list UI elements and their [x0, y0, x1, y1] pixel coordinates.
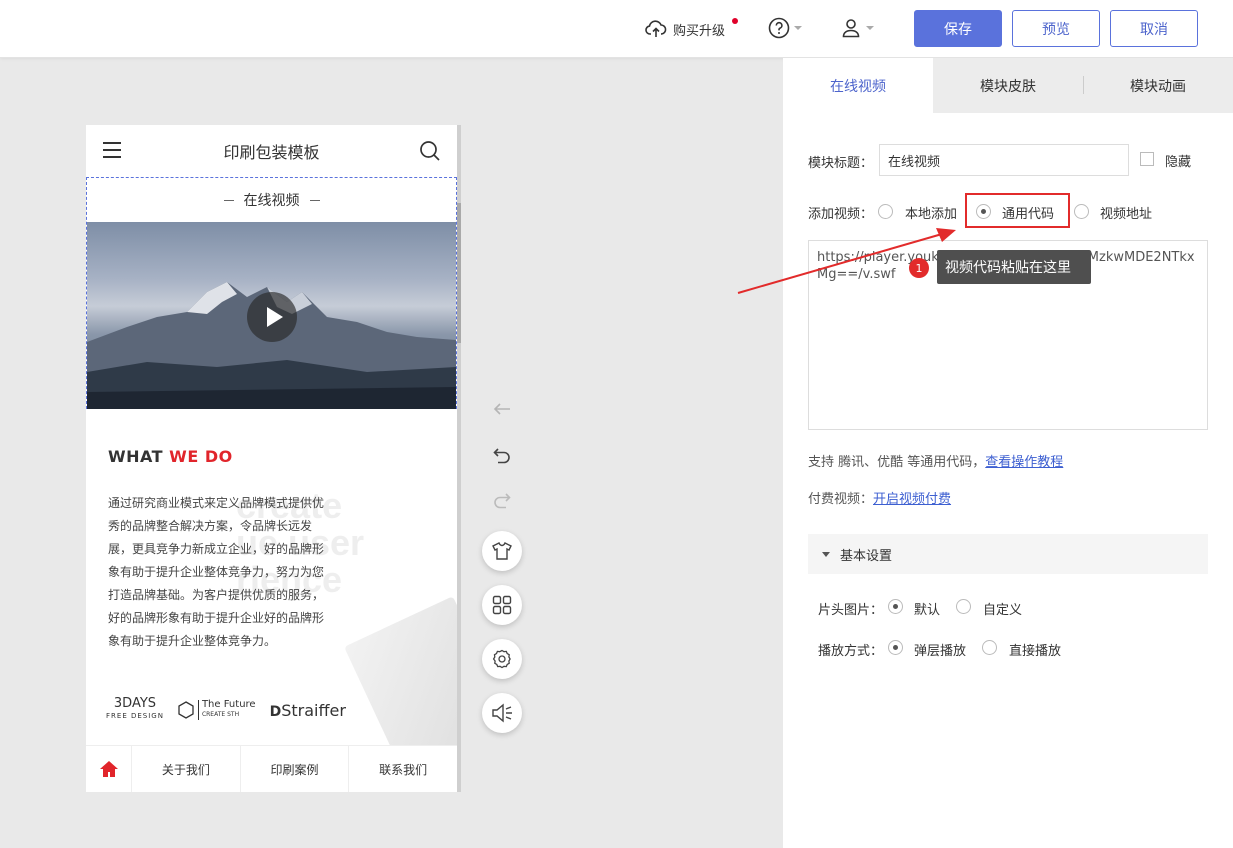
- logo-3days-sub: FREE DESIGN: [106, 712, 164, 720]
- dj-mark-icon: D: [269, 703, 282, 720]
- nav-home[interactable]: [86, 746, 131, 792]
- enable-paid-link[interactable]: 开启视频付费: [873, 492, 951, 507]
- phone-header: 印刷包装模板: [86, 125, 457, 177]
- video-module-title: 在线视频: [243, 193, 300, 209]
- hide-checkbox[interactable]: [1140, 152, 1154, 166]
- tshirt-icon: [492, 542, 512, 560]
- undo-icon[interactable]: [493, 446, 511, 464]
- cloud-upload-icon: [645, 20, 667, 37]
- radio-local-add[interactable]: [878, 204, 893, 219]
- radio-play-direct[interactable]: [982, 640, 997, 655]
- logo-straiffer-text: Straiffer: [281, 700, 346, 720]
- radio-cover-default-label: 默认: [914, 603, 941, 618]
- upgrade-button[interactable]: 购买升级: [645, 18, 738, 40]
- support-text-label: 支持 腾讯、优酷 等通用代码，: [808, 455, 986, 470]
- tab-module-animation-label: 模块动画: [1130, 78, 1186, 95]
- basic-settings-title: 基本设置: [840, 548, 893, 564]
- radio-cover-custom-label: 自定义: [983, 603, 1023, 618]
- cover-label: 片头图片：: [818, 603, 884, 618]
- phone-bottom-nav: 关于我们 印刷案例 联系我们: [86, 745, 457, 792]
- menu-icon[interactable]: [103, 142, 121, 158]
- video-module-header: 在线视频: [87, 178, 456, 222]
- radio-play-direct-label: 直接播放: [1009, 644, 1062, 659]
- hide-label: 隐藏: [1165, 155, 1192, 170]
- speaker-icon: [492, 703, 512, 723]
- home-icon: [99, 761, 118, 777]
- user-icon: [842, 19, 860, 38]
- annotation-tooltip: 视频代码粘贴在这里: [937, 250, 1091, 284]
- settings-tool-button[interactable]: [482, 639, 522, 679]
- radio-cover-default[interactable]: [888, 599, 903, 614]
- title-dash-left: [223, 199, 234, 201]
- back-arrow-icon[interactable]: [493, 402, 511, 416]
- scrollbar-thumb[interactable]: [457, 203, 461, 343]
- music-tool-button[interactable]: [482, 693, 522, 733]
- heading-part2: WE DO: [169, 447, 233, 466]
- phone-scrollbar[interactable]: [457, 125, 461, 792]
- basic-settings-header[interactable]: 基本设置: [808, 534, 1208, 574]
- highlight-box: [965, 193, 1070, 228]
- tab-module-animation[interactable]: 模块动画: [1083, 58, 1233, 113]
- support-text: 支持 腾讯、优酷 等通用代码，查看操作教程: [808, 451, 1063, 470]
- nav-contact[interactable]: 联系我们: [348, 746, 457, 792]
- search-icon[interactable]: [419, 140, 441, 162]
- preview-button[interactable]: 预览: [1012, 10, 1100, 47]
- play-mode-label: 播放方式：: [818, 644, 884, 659]
- chevron-down-icon: [794, 26, 802, 30]
- section-heading: WHAT WE DO: [108, 447, 233, 466]
- logo-straiffer: DStraiffer: [270, 701, 346, 720]
- upgrade-label: 购买升级: [673, 23, 726, 39]
- logo-the-future: The Future CREATE STH: [178, 700, 256, 720]
- settings-panel: 在线视频 模块皮肤 模块动画 模块标题： 在线视频 隐藏 添加视频： 本地添加 …: [783, 58, 1233, 848]
- grid-icon: [492, 595, 512, 615]
- video-thumbnail[interactable]: [87, 222, 456, 409]
- help-menu[interactable]: [768, 17, 802, 39]
- logo-3days: 3DAYS FREE DESIGN: [106, 697, 164, 723]
- phone-title: 印刷包装模板: [223, 143, 320, 162]
- redo-icon[interactable]: [493, 491, 511, 509]
- radio-cover-custom[interactable]: [956, 599, 971, 614]
- tab-module-skin[interactable]: 模块皮肤: [933, 58, 1083, 113]
- hexagon-icon: [178, 701, 194, 719]
- section-description: 通过研究商业模式来定义品牌模式提供优秀的品牌整合解决方案，令品牌长远发展，更具竞…: [108, 496, 325, 648]
- caret-down-icon: [822, 551, 830, 557]
- module-tool-button[interactable]: [482, 585, 522, 625]
- module-title-input[interactable]: 在线视频: [879, 144, 1129, 176]
- play-icon[interactable]: [247, 292, 297, 342]
- heading-part1: WHAT: [108, 447, 164, 466]
- skin-tool-button[interactable]: [482, 531, 522, 571]
- partner-logos: 3DAYS FREE DESIGN The Future CREATE STH …: [106, 695, 356, 725]
- radio-video-url[interactable]: [1074, 204, 1089, 219]
- save-button[interactable]: 保存: [914, 10, 1002, 47]
- radio-play-popup-label: 弹层播放: [914, 644, 967, 659]
- tab-online-video[interactable]: 在线视频: [783, 58, 933, 113]
- panel-tabs: 在线视频 模块皮肤 模块动画: [783, 58, 1233, 113]
- radio-video-url-label: 视频地址: [1100, 207, 1153, 222]
- title-dash-right: [309, 199, 320, 201]
- logo-3days-main: 3DAYS: [113, 696, 157, 711]
- logo-the-future-main: The Future: [201, 699, 256, 710]
- gear-icon: [492, 649, 511, 669]
- paid-video-label: 付费视频：: [808, 492, 874, 507]
- module-title-label: 模块标题：: [808, 156, 874, 171]
- nav-cases[interactable]: 印刷案例: [239, 746, 349, 792]
- step-badge: 1: [909, 258, 929, 278]
- chevron-down-icon: [866, 26, 874, 30]
- video-module[interactable]: 在线视频: [86, 177, 457, 409]
- phone-preview: 印刷包装模板 在线视频 create ue user rience WHAT W…: [86, 125, 457, 792]
- paid-video-row: 付费视频：开启视频付费: [808, 488, 951, 507]
- notification-dot: [732, 18, 738, 24]
- radio-play-popup[interactable]: [888, 640, 903, 655]
- tutorial-link[interactable]: 查看操作教程: [985, 455, 1063, 470]
- help-icon: [768, 17, 790, 39]
- nav-about[interactable]: 关于我们: [131, 746, 240, 792]
- top-bar: 购买升级 保存 预览 取消: [0, 0, 1233, 58]
- logo-the-future-sub: CREATE STH: [201, 711, 240, 718]
- tab-separator: [1083, 76, 1084, 94]
- user-menu[interactable]: [840, 17, 874, 39]
- annotation-arrow-icon: [737, 228, 956, 294]
- cancel-button[interactable]: 取消: [1110, 10, 1198, 47]
